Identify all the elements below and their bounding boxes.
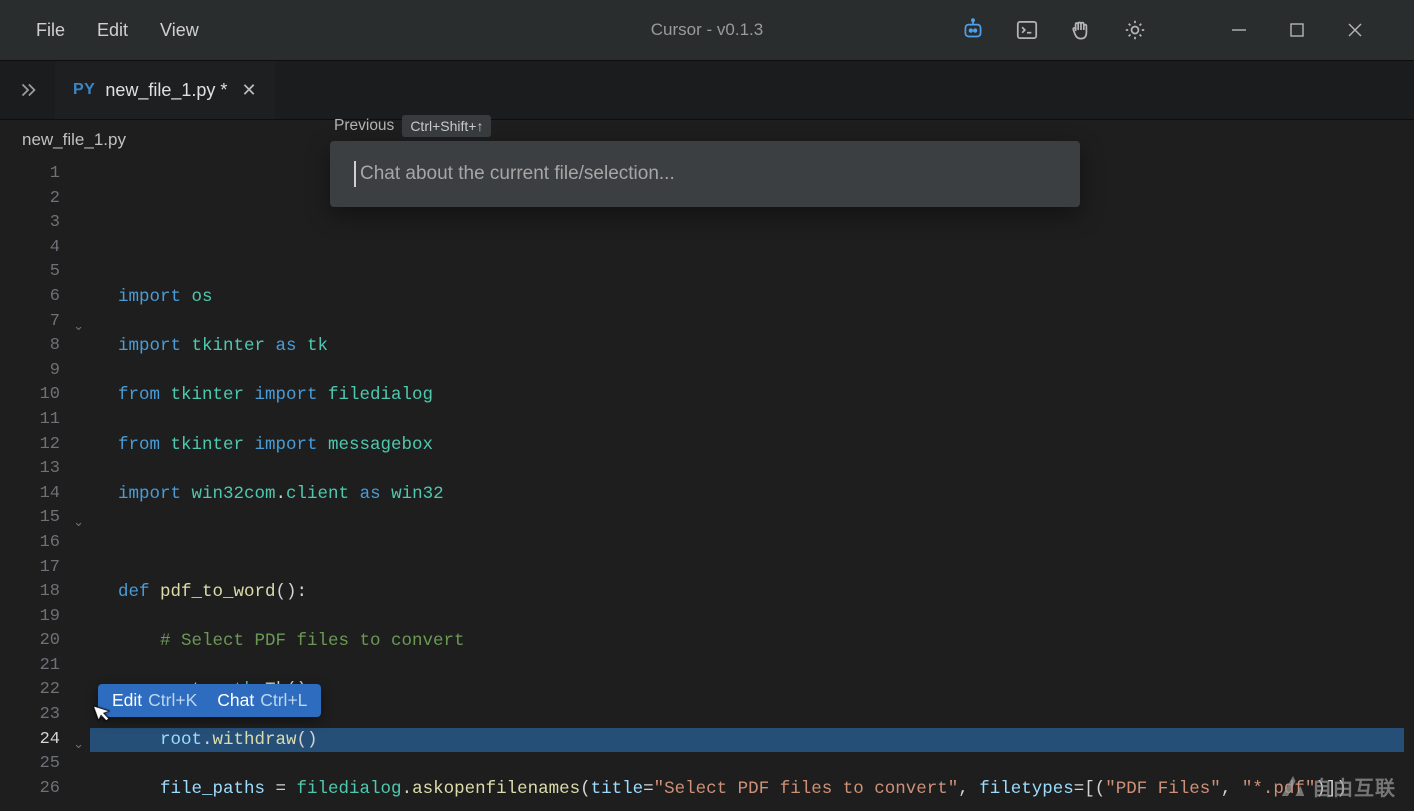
menu-view[interactable]: View [144,14,215,47]
titlebar-right [960,17,1404,43]
editor-area: 123456⌄7891011121314⌄151617181920212223⌄… [0,160,1414,811]
maximize-button[interactable] [1282,21,1312,39]
title-bar: File Edit View Cursor - v0.1.3 [0,0,1414,60]
close-button[interactable] [1340,21,1370,39]
chat-popup-header: Previous Ctrl+Shift+↑ [330,115,1080,137]
breadcrumb-file[interactable]: new_file_1.py [22,130,126,150]
gear-icon[interactable] [1122,17,1148,43]
chat-previous-shortcut: Ctrl+Shift+↑ [402,115,491,137]
tab-overflow-icon[interactable] [0,61,55,119]
tab-active[interactable]: PY new_file_1.py * ✕ [55,61,275,119]
inline-edit-action[interactable]: Edit [112,690,142,711]
inline-chat-action[interactable]: Chat [217,690,254,711]
inline-chat-shortcut: Ctrl+L [260,690,307,711]
chat-previous-label[interactable]: Previous [334,117,394,135]
chat-input[interactable] [354,161,1080,187]
inline-actions-tooltip: Edit Ctrl+K Chat Ctrl+L [98,684,321,717]
chat-popup: Previous Ctrl+Shift+↑ [330,115,1080,207]
minimize-button[interactable] [1224,21,1254,39]
inline-edit-shortcut: Ctrl+K [148,690,197,711]
tab-bar: PY new_file_1.py * ✕ [0,60,1414,120]
robot-icon[interactable] [960,17,986,43]
terminal-icon[interactable] [1014,17,1040,43]
tab-close-icon[interactable]: ✕ [241,80,256,101]
tab-filename: new_file_1.py * [105,80,227,101]
wave-icon[interactable] [1068,17,1094,43]
menu-file[interactable]: File [20,14,81,47]
chat-input-box [330,141,1080,207]
menu-edit[interactable]: Edit [81,14,144,47]
main-menu: File Edit View [0,14,215,47]
watermark: 自由互联 [1278,771,1396,801]
line-number-gutter: 123456⌄7891011121314⌄151617181920212223⌄… [0,160,90,811]
tab-language-badge: PY [73,81,95,99]
